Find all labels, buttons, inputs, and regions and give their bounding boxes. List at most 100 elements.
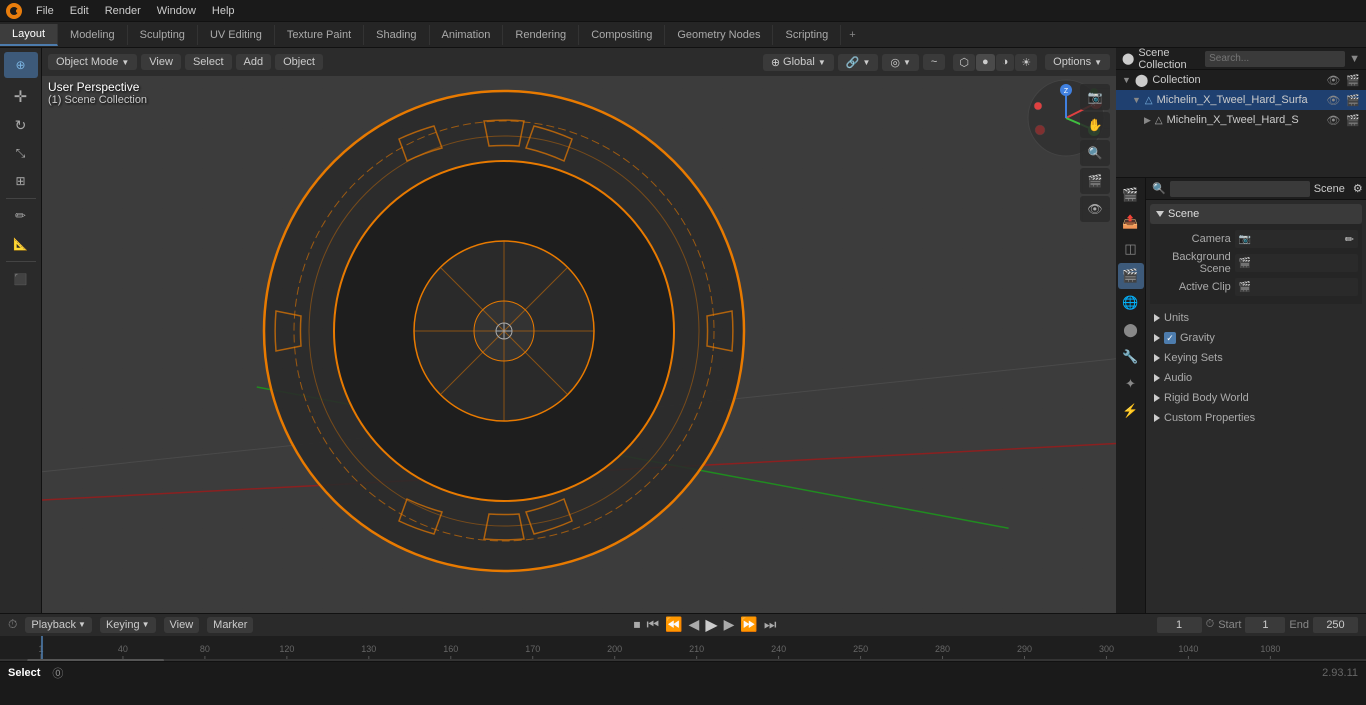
mode-dropdown[interactable]: Object Mode ▼ [48, 54, 137, 70]
jump-start-btn[interactable]: ⏮ [647, 616, 660, 633]
add-menu[interactable]: Add [236, 54, 272, 70]
solid-mode[interactable]: ● [976, 54, 995, 71]
measure-tool[interactable]: 📐 [4, 231, 38, 257]
rotate-tool[interactable]: ↻ [4, 112, 38, 138]
tab-modeling[interactable]: Modeling [58, 25, 128, 45]
hand-tool-btn[interactable]: ✋ [1080, 112, 1110, 138]
view-menu-timeline[interactable]: View [164, 617, 200, 633]
transform-tool[interactable]: ⊞ [4, 168, 38, 194]
annotate-tool[interactable]: ✏ [4, 203, 38, 229]
properties-search[interactable] [1170, 181, 1310, 197]
eye-icon-2[interactable]: 👁 [1326, 114, 1340, 127]
visibility-btn[interactable]: 👁 [1080, 196, 1110, 222]
menu-edit[interactable]: Edit [62, 3, 97, 19]
menu-window[interactable]: Window [149, 3, 204, 19]
tab-add-workspace[interactable]: + [841, 25, 863, 45]
playback-menu[interactable]: Playback ▼ [25, 617, 92, 633]
prev-keyframe-btn[interactable]: ◀ [689, 616, 700, 633]
jump-end-btn[interactable]: ⏭ [764, 616, 777, 633]
blender-logo[interactable] [0, 0, 28, 22]
tab-sculpting[interactable]: Sculpting [128, 25, 198, 45]
tab-uv-editing[interactable]: UV Editing [198, 25, 275, 45]
next-frame-btn[interactable]: ⏩ [740, 616, 757, 633]
gravity-section[interactable]: ✓ Gravity [1150, 328, 1362, 348]
play-btn[interactable]: ▶ [705, 615, 717, 635]
proportional-edit[interactable]: ◎ ▼ [882, 54, 919, 71]
tab-compositing[interactable]: Compositing [579, 25, 665, 45]
material-preview[interactable]: ◑ [996, 54, 1015, 71]
tab-shading[interactable]: Shading [364, 25, 429, 45]
view-menu[interactable]: View [141, 54, 181, 70]
cursor-tool[interactable]: ⊕ [4, 52, 38, 78]
expand-icon: ▼ [1122, 75, 1131, 85]
prev-frame-btn[interactable]: ⏪ [665, 616, 682, 633]
camera-view-btn[interactable]: 📷 [1080, 84, 1110, 110]
scene-props-tab[interactable]: 🎬 [1118, 263, 1144, 289]
tab-texture-paint[interactable]: Texture Paint [275, 25, 364, 45]
start-frame-input[interactable] [1245, 617, 1285, 633]
render-view-btn[interactable]: 🎬 [1080, 168, 1110, 194]
outliner-filter-icon[interactable]: ▼ [1349, 53, 1360, 65]
current-frame-input[interactable] [1157, 617, 1202, 633]
outliner-search[interactable] [1205, 51, 1345, 67]
add-cube-tool[interactable]: ⬛ [4, 266, 38, 292]
snap-tool[interactable]: 🔗 ▼ [838, 54, 879, 71]
end-frame-input[interactable] [1313, 617, 1358, 633]
gravity-checkbox[interactable]: ✓ [1164, 332, 1176, 344]
timeline-ruler[interactable]: 1 40 80 120 130 160 170 [0, 636, 1366, 661]
custom-props-section[interactable]: Custom Properties [1150, 408, 1362, 428]
next-keyframe-btn[interactable]: ▶ [724, 616, 735, 633]
modifier-props-tab[interactable]: 🔧 [1118, 344, 1144, 370]
menu-file[interactable]: File [28, 3, 62, 19]
settings-icon[interactable]: ⚙ [1353, 182, 1363, 195]
outliner-item-mesh1[interactable]: ▼ △ Michelin_X_Tweel_Hard_Surfa 👁 🎬 [1116, 90, 1366, 110]
object-props-tab[interactable]: ⬤ [1118, 317, 1144, 343]
stop-btn[interactable]: ⏹ [634, 616, 641, 633]
tab-animation[interactable]: Animation [430, 25, 504, 45]
tab-layout[interactable]: Layout [0, 24, 58, 46]
active-clip-value[interactable]: 🎬 [1235, 278, 1358, 296]
particles-tab[interactable]: ✦ [1118, 371, 1144, 397]
units-section[interactable]: Units [1150, 308, 1362, 328]
camera-edit-icon[interactable]: ✏ [1345, 233, 1354, 246]
world-props-tab[interactable]: 🌐 [1118, 290, 1144, 316]
camera-restrict-icon[interactable]: 🎬 [1346, 74, 1360, 87]
output-props-tab[interactable]: 📤 [1118, 209, 1144, 235]
visibility-icon[interactable]: 👁 [1326, 74, 1340, 87]
props-header-search-icon[interactable]: 🔍 [1152, 182, 1166, 195]
keying-menu[interactable]: Keying ▼ [100, 617, 156, 633]
global-transform[interactable]: ⊕ Global ▼ [763, 54, 834, 71]
graph-icon[interactable]: ~ [923, 54, 945, 70]
perspective-label: User Perspective [48, 80, 147, 94]
object-menu[interactable]: Object [275, 54, 323, 70]
rendered-mode[interactable]: ☀ [1015, 54, 1037, 71]
background-scene-value[interactable]: 🎬 [1235, 254, 1358, 272]
move-tool[interactable]: ✛ [4, 84, 38, 110]
cam-icon-2[interactable]: 🎬 [1346, 114, 1360, 127]
zoom-tool-btn[interactable]: 🔍 [1080, 140, 1110, 166]
keying-sets-section[interactable]: Keying Sets [1150, 348, 1362, 368]
viewport-options[interactable]: Options ▼ [1045, 54, 1110, 70]
svg-text:1080: 1080 [1260, 644, 1280, 654]
outliner-item-mesh2[interactable]: ▶ △ Michelin_X_Tweel_Hard_S 👁 🎬 [1116, 110, 1366, 130]
menu-render[interactable]: Render [97, 3, 149, 19]
physics-tab[interactable]: ⚡ [1118, 398, 1144, 424]
tab-geometry-nodes[interactable]: Geometry Nodes [665, 25, 773, 45]
view-layer-props-tab[interactable]: ◫ [1118, 236, 1144, 262]
render-props-tab[interactable]: 🎬 [1118, 182, 1144, 208]
tab-rendering[interactable]: Rendering [503, 25, 579, 45]
3d-viewport[interactable]: Object Mode ▼ View Select Add Object ⊕ G… [42, 48, 1116, 613]
rigid-body-section[interactable]: Rigid Body World [1150, 388, 1362, 408]
menu-help[interactable]: Help [204, 3, 243, 19]
eye-icon-1[interactable]: 👁 [1326, 94, 1340, 107]
camera-value[interactable]: 📷 ✏ [1235, 230, 1358, 248]
select-menu[interactable]: Select [185, 54, 232, 70]
scale-tool[interactable]: ⤡ [4, 140, 38, 166]
audio-section[interactable]: Audio [1150, 368, 1362, 388]
wireframe-mode[interactable]: ⬡ [953, 54, 975, 71]
tab-scripting[interactable]: Scripting [773, 25, 841, 45]
outliner-scene-collection[interactable]: ▼ ⬤ Collection 👁 🎬 [1116, 70, 1366, 90]
marker-menu[interactable]: Marker [207, 617, 253, 633]
cam-icon-1[interactable]: 🎬 [1346, 94, 1360, 107]
scene-section-header[interactable]: Scene [1150, 204, 1362, 224]
